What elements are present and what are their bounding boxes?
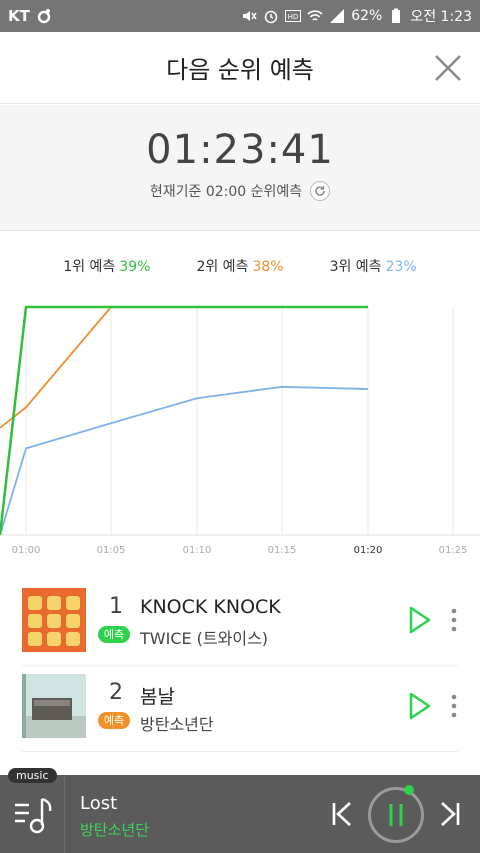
track-row[interactable]: 2 예측 봄날 방탄소년단 [22, 666, 458, 752]
more-options-icon[interactable] [450, 608, 458, 632]
prediction-badge: 예측 [98, 626, 130, 643]
refresh-icon [315, 186, 325, 196]
playlist-menu-icon[interactable] [12, 793, 56, 837]
next-track-icon[interactable] [438, 800, 462, 828]
previous-track-icon[interactable] [330, 800, 354, 828]
play-icon[interactable] [408, 606, 432, 634]
carrier-label: KT [8, 7, 30, 25]
series-line-1 [0, 305, 368, 536]
close-icon[interactable] [434, 54, 462, 82]
alarm-icon [264, 10, 278, 24]
legend-percent: 23% [385, 259, 417, 275]
album-cover-image [22, 674, 86, 738]
x-tick-label: 01:05 [97, 545, 126, 556]
track-title: 봄날 [140, 686, 175, 708]
pause-icon [389, 804, 403, 826]
refresh-button[interactable] [310, 181, 331, 201]
track-row[interactable]: 1 예측 KNOCK KNOCK TWICE (트와이스) [22, 580, 458, 666]
player-divider [64, 775, 65, 853]
series-line-3 [0, 385, 369, 536]
track-rank: 1 [109, 594, 123, 619]
x-tick-label: 01:25 [439, 545, 468, 556]
svg-text:HD: HD [288, 13, 299, 21]
legend-item-2: 2위 예측 38% [196, 256, 283, 276]
hd-icon: HD [285, 10, 302, 22]
status-bar: KT HD 62% 오전 1:23 [0, 0, 480, 32]
notification-icon [37, 9, 51, 24]
legend-label: 2위 예측 [196, 259, 249, 275]
clock: 오전 1:23 [410, 9, 472, 25]
mute-icon [243, 11, 257, 21]
legend-item-1: 1위 예측 39% [63, 256, 150, 276]
x-tick-label: 01:00 [12, 545, 41, 556]
x-tick-label: 01:20 [354, 545, 383, 556]
signal-icon [330, 9, 345, 23]
legend-label: 3위 예측 [329, 259, 382, 275]
legend-percent: 38% [252, 259, 284, 275]
track-title: KNOCK KNOCK [140, 596, 281, 618]
battery-icon [392, 8, 401, 23]
countdown-panel: 01:23:41 현재기준 02:00 순위예측 [0, 105, 480, 231]
more-options-icon[interactable] [450, 694, 458, 718]
now-playing-title: Lost [80, 793, 118, 814]
legend-label: 1위 예측 [63, 259, 116, 275]
track-rank: 2 [109, 680, 123, 705]
x-tick-label: 01:10 [183, 545, 212, 556]
series-line-2 [0, 306, 368, 429]
legend-percent: 39% [119, 259, 151, 275]
countdown-timer: 01:23:41 [146, 127, 334, 173]
prediction-badge: 예측 [98, 712, 130, 729]
chart-legend: 1위 예측 39% 2위 예측 38% 3위 예측 23% [0, 256, 480, 276]
pause-button[interactable] [368, 787, 424, 843]
play-icon[interactable] [408, 692, 432, 720]
page-title: 다음 순위 예측 [166, 56, 314, 84]
x-tick-label: 01:15 [268, 545, 297, 556]
track-list: 1 예측 KNOCK KNOCK TWICE (트와이스) 2 예측 봄날 방탄… [0, 580, 480, 752]
playback-indicator-dot [404, 785, 414, 795]
wifi-icon [307, 10, 323, 21]
legend-item-3: 3위 예측 23% [330, 256, 417, 276]
battery-percent: 62% [351, 8, 383, 24]
music-tag: music [8, 768, 57, 783]
page-header: 다음 순위 예측 [0, 32, 480, 104]
countdown-subtitle-text: 현재기준 02:00 순위예측 [149, 184, 303, 200]
countdown-subtitle: 현재기준 02:00 순위예측 [0, 181, 480, 201]
now-playing-artist: 방탄소년단 [80, 821, 150, 839]
ranking-prediction-chart: 01:00 01:05 01:10 01:15 01:20 01:25 [0, 305, 480, 556]
track-artist: TWICE (트와이스) [140, 629, 269, 648]
track-artist: 방탄소년단 [140, 715, 214, 734]
album-cover-image [22, 588, 86, 652]
mini-player: Lost 방탄소년단 [0, 775, 480, 853]
